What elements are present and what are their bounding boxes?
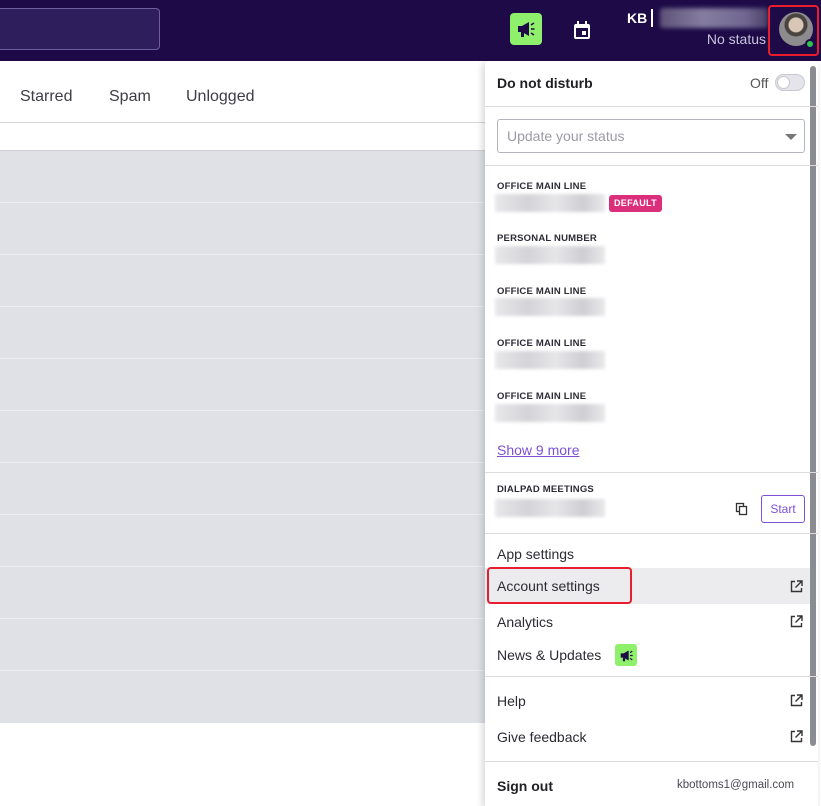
- calendar-button[interactable]: [568, 16, 596, 44]
- give-feedback-item[interactable]: Give feedback: [497, 729, 587, 745]
- meetings-label: DIALPAD MEETINGS: [497, 484, 594, 495]
- chevron-down-icon: [785, 134, 797, 140]
- account-settings-item[interactable]: Account settings: [497, 578, 600, 594]
- sign-out-item[interactable]: Sign out: [497, 778, 553, 794]
- list-row-divider: [0, 670, 485, 671]
- list-row-divider: [0, 462, 485, 463]
- online-status-dot: [805, 39, 815, 49]
- redacted-phone-number[interactable]: [495, 194, 605, 212]
- start-meeting-button[interactable]: Start: [761, 495, 805, 523]
- menu-scrollbar[interactable]: [810, 66, 816, 746]
- account-email: kbottoms1@gmail.com: [677, 779, 795, 791]
- calendar-icon: [574, 20, 590, 39]
- tab-unlogged[interactable]: Unlogged: [186, 88, 255, 106]
- divider: [485, 533, 818, 534]
- redacted-meeting-link: [495, 499, 605, 517]
- list-row-divider: [0, 514, 485, 515]
- redacted-phone-number[interactable]: [495, 298, 605, 316]
- app-settings-item[interactable]: App settings: [497, 546, 574, 562]
- profile-menu: [485, 61, 818, 806]
- redacted-phone-number[interactable]: [495, 404, 605, 422]
- list-row-divider: [0, 410, 485, 411]
- do-not-disturb-toggle[interactable]: [775, 74, 805, 91]
- divider: [485, 106, 818, 107]
- list-row-divider: [0, 566, 485, 567]
- status-placeholder: Update your status: [507, 128, 625, 144]
- line-label: OFFICE MAIN LINE: [497, 181, 587, 192]
- redacted-phone-number[interactable]: [495, 351, 605, 369]
- news-updates-item[interactable]: News & Updates: [497, 647, 601, 663]
- list-row-divider: [0, 306, 485, 307]
- default-badge: DEFAULT: [609, 195, 662, 212]
- line-label: OFFICE MAIN LINE: [497, 286, 587, 297]
- divider: [485, 676, 818, 677]
- help-item[interactable]: Help: [497, 693, 526, 709]
- do-not-disturb-state: Off: [750, 75, 769, 91]
- user-initials: KB: [627, 10, 648, 26]
- announcements-button[interactable]: [510, 13, 542, 45]
- divider: [651, 9, 653, 27]
- redacted-phone-number: [660, 8, 768, 28]
- divider: [485, 761, 818, 762]
- copy-icon[interactable]: [735, 502, 749, 516]
- list-header: [0, 123, 485, 151]
- search-input[interactable]: [0, 8, 160, 50]
- line-label: OFFICE MAIN LINE: [497, 338, 587, 349]
- external-link-icon: [790, 730, 803, 743]
- external-link-icon: [790, 694, 803, 707]
- megaphone-icon: [518, 22, 535, 37]
- status-select[interactable]: Update your status: [497, 119, 805, 153]
- line-label: PERSONAL NUMBER: [497, 233, 597, 244]
- divider: [485, 165, 818, 166]
- divider: [485, 472, 818, 473]
- avatar-button[interactable]: [768, 5, 819, 56]
- list-row-divider: [0, 358, 485, 359]
- list-row-divider: [0, 254, 485, 255]
- external-link-icon: [790, 615, 803, 628]
- tab-spam[interactable]: Spam: [109, 88, 151, 106]
- analytics-item[interactable]: Analytics: [497, 614, 553, 630]
- tab-starred[interactable]: Starred: [20, 88, 72, 106]
- call-list: [0, 151, 485, 723]
- line-label: OFFICE MAIN LINE: [497, 391, 587, 402]
- do-not-disturb-label: Do not disturb: [497, 75, 593, 91]
- megaphone-icon: [620, 649, 633, 661]
- show-more-link[interactable]: Show 9 more: [497, 442, 579, 458]
- list-row-divider: [0, 202, 485, 203]
- redacted-phone-number[interactable]: [495, 246, 605, 264]
- list-row-divider: [0, 618, 485, 619]
- user-status[interactable]: No status: [707, 31, 766, 47]
- toggle-knob: [777, 76, 790, 89]
- external-link-icon: [790, 580, 803, 593]
- filter-tabs: Starred Spam Unlogged: [0, 61, 485, 123]
- news-badge: [615, 644, 637, 666]
